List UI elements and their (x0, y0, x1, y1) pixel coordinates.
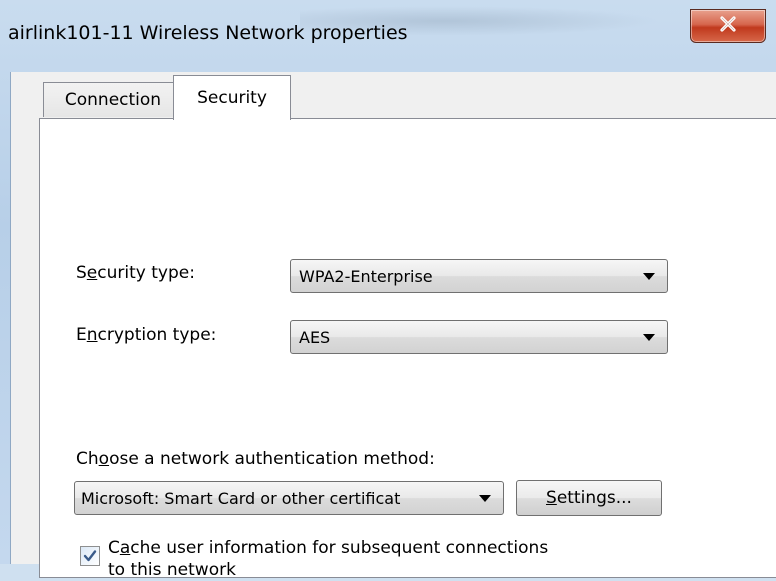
security-type-label: Security type: (76, 263, 195, 283)
tab-connection[interactable]: Connection (43, 82, 183, 117)
settings-button[interactable]: Settings... (516, 480, 662, 516)
close-button[interactable] (690, 9, 766, 43)
cache-user-info-checkbox[interactable] (80, 546, 100, 566)
cache-user-info-line2: to this network (108, 560, 236, 580)
tab-connection-label: Connection (64, 90, 162, 110)
encryption-type-dropdown[interactable]: AES (290, 320, 668, 354)
cache-user-info-label[interactable]: Cache user information for subsequent co… (108, 537, 548, 581)
checkmark-icon (83, 550, 97, 562)
security-type-dropdown[interactable]: WPA2-Enterprise (290, 259, 668, 293)
dialog-window: airlink101-11 Wireless Network propertie… (0, 0, 776, 580)
tab-security-label: Security (197, 88, 267, 108)
auth-method-label: Choose a network authentication method: (76, 449, 435, 469)
encryption-type-label: Encryption type: (76, 325, 217, 345)
auth-method-dropdown[interactable]: Microsoft: Smart Card or other certifica… (74, 481, 504, 515)
chevron-down-icon (479, 495, 491, 502)
chevron-down-icon (643, 334, 655, 341)
window-title: airlink101-11 Wireless Network propertie… (8, 22, 408, 44)
tab-security[interactable]: Security (173, 75, 291, 120)
security-type-value: WPA2-Enterprise (299, 266, 433, 286)
security-tab-panel: Security type: WPA2-Enterprise Encryptio… (39, 118, 776, 581)
encryption-type-value: AES (299, 327, 331, 347)
close-icon (719, 16, 737, 36)
chevron-down-icon (643, 273, 655, 280)
cache-user-info-line1: Cache user information for subsequent co… (108, 538, 549, 558)
auth-method-value: Microsoft: Smart Card or other certifica… (81, 488, 401, 508)
dialog-client-area: Connection Security Security type: WPA2-… (10, 72, 776, 580)
